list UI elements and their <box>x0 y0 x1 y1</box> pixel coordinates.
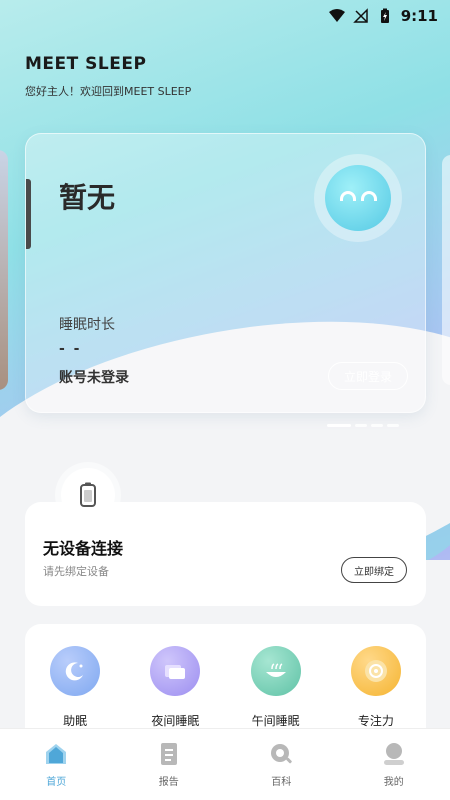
feature-focus[interactable]: 专注力 <box>336 646 416 729</box>
nav-report[interactable]: 报告 <box>129 741 209 788</box>
feature-sleep-aid[interactable]: 助眠 <box>35 646 115 729</box>
feature-label: 助眠 <box>63 714 88 728</box>
profile-icon <box>383 743 404 765</box>
carousel-next-card[interactable] <box>442 155 450 385</box>
nav-profile[interactable]: 我的 <box>354 741 434 788</box>
feature-label: 专注力 <box>357 714 394 728</box>
report-icon <box>160 743 177 765</box>
bottom-navigation: 首页 报告 百科 我的 <box>0 728 450 800</box>
feature-panel: 助眠 夜间睡眠 午间睡眠 专注力 <box>25 624 426 744</box>
feature-nap[interactable]: 午间睡眠 <box>236 646 316 729</box>
sleep-duration-label: 睡眠时长 <box>59 317 115 333</box>
nav-label: 首页 <box>46 777 67 788</box>
feature-label: 午间睡眠 <box>251 714 300 728</box>
card-accent-bar <box>26 179 31 249</box>
status-bar: 9:11 <box>0 0 450 32</box>
carousel-dot <box>371 424 383 427</box>
feature-label: 夜间睡眠 <box>151 714 200 728</box>
no-signal-icon <box>352 8 368 23</box>
carousel-dot <box>387 424 399 427</box>
device-title: 无设备连接 <box>43 539 124 558</box>
smile-face-icon <box>325 165 391 231</box>
wifi-icon <box>328 9 345 22</box>
device-icon-badge <box>61 468 115 522</box>
sleep-status: 暂无 <box>59 181 116 214</box>
app-title: MEET SLEEP <box>25 54 147 74</box>
carousel-indicator <box>327 424 399 427</box>
account-status: 账号未登录 <box>59 370 129 386</box>
greeting-text: 您好主人！欢迎回到MEET SLEEP <box>25 85 192 98</box>
focus-icon <box>350 646 401 696</box>
nav-label: 百科 <box>271 777 292 788</box>
device-subtitle: 请先绑定设备 <box>43 565 109 578</box>
carousel-prev-card[interactable] <box>0 150 8 390</box>
night-sleep-icon <box>150 646 201 696</box>
nav-label: 我的 <box>383 777 404 788</box>
nav-home[interactable]: 首页 <box>16 741 96 788</box>
feature-list: 助眠 夜间睡眠 午间睡眠 专注力 <box>25 646 426 729</box>
moon-icon <box>50 646 101 696</box>
device-icon <box>80 482 96 507</box>
nap-icon <box>250 646 301 696</box>
clock: 9:11 <box>400 7 438 25</box>
carousel-dot <box>355 424 367 427</box>
sleep-summary-card[interactable]: 暂无 睡眠时长 - - 账号未登录 立即登录 <box>25 133 426 413</box>
login-button[interactable]: 立即登录 <box>328 362 408 390</box>
face-eye <box>340 191 356 201</box>
bind-device-button[interactable]: 立即绑定 <box>341 557 407 583</box>
home-icon <box>46 744 67 764</box>
battery-charging-icon <box>380 8 389 23</box>
carousel-dot-active <box>327 424 351 427</box>
sleep-duration-value: - - <box>59 341 82 357</box>
encyclopedia-icon <box>271 744 293 764</box>
nav-encyclopedia[interactable]: 百科 <box>241 741 321 788</box>
sleep-face-avatar <box>314 154 402 242</box>
feature-night-sleep[interactable]: 夜间睡眠 <box>135 646 215 729</box>
nav-label: 报告 <box>158 777 179 788</box>
face-eye <box>361 191 377 201</box>
